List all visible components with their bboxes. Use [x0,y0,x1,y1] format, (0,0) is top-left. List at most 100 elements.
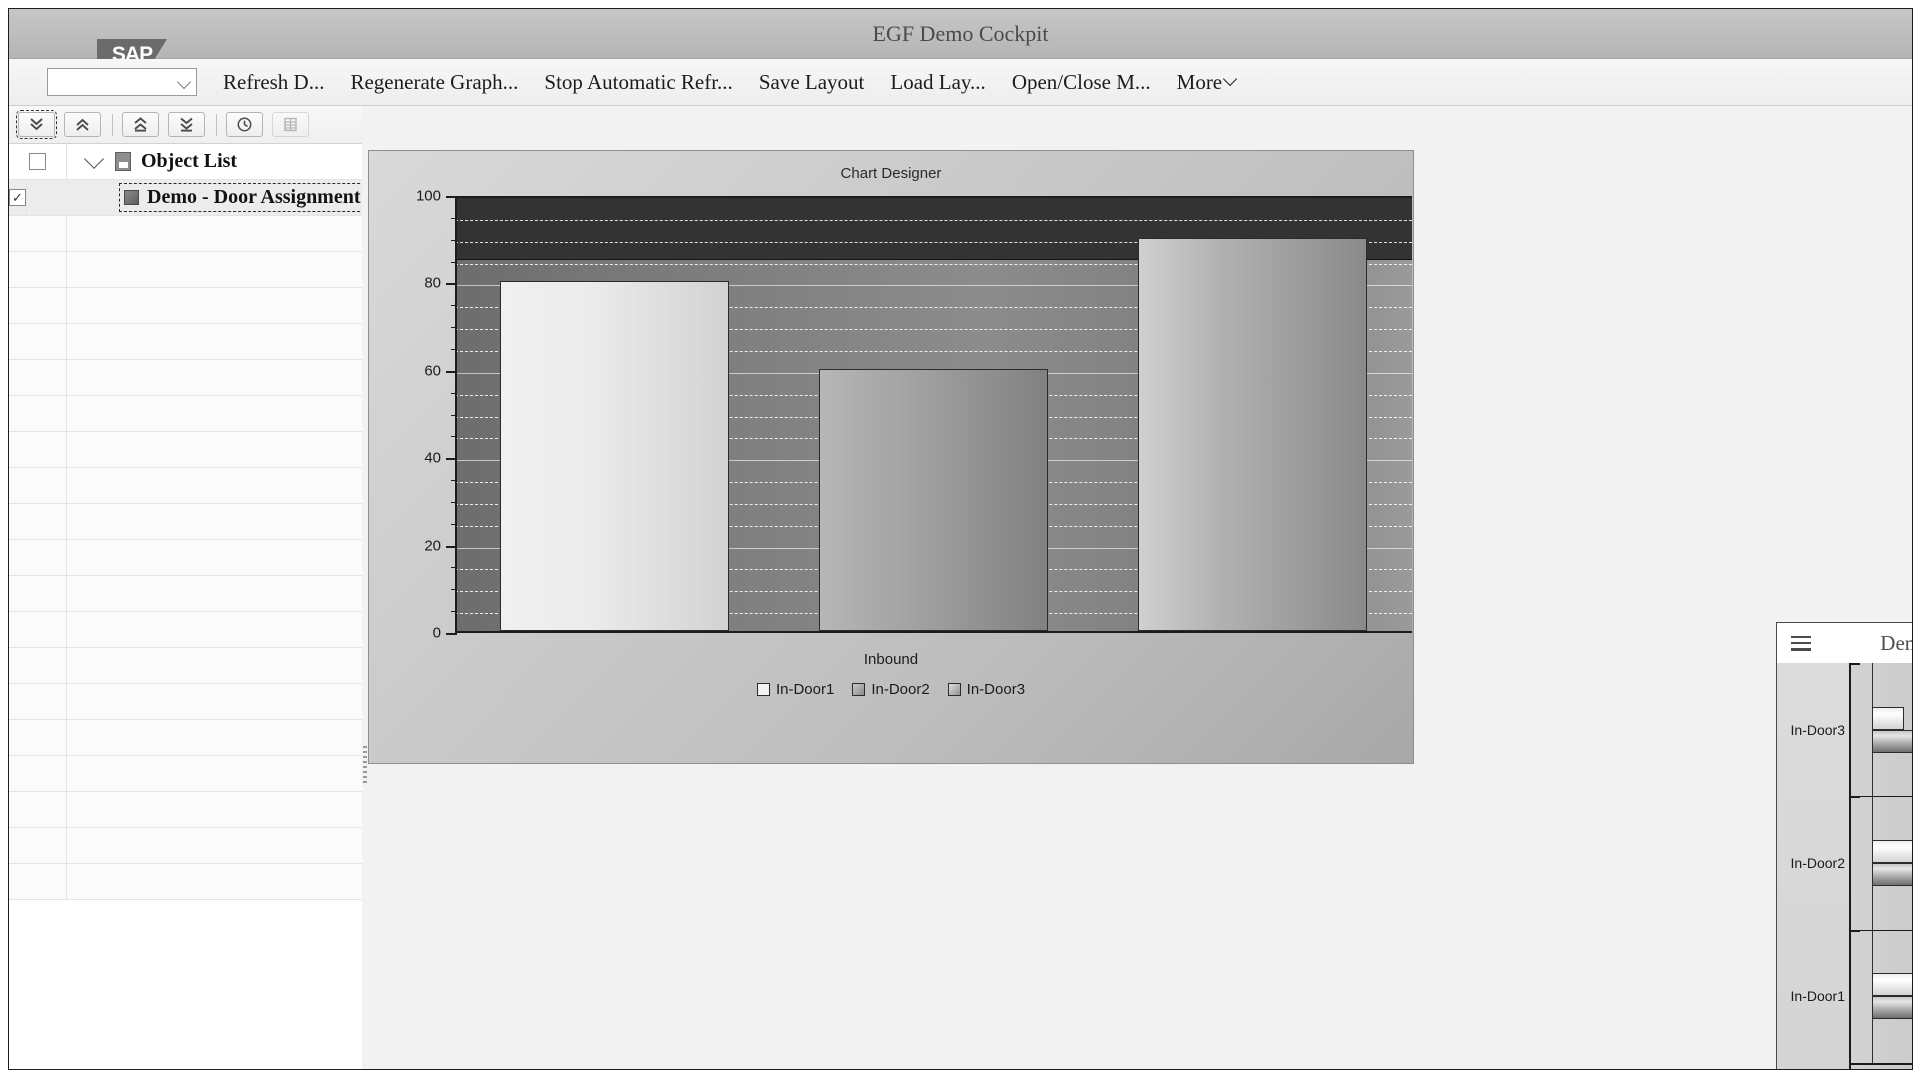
legend-label: In-Door3 [966,681,1026,698]
gantt-bar-actual[interactable] [1872,863,1912,886]
tree-empty-check-cell [9,504,67,539]
y-axis-minor-tick [451,567,457,569]
y-axis-minor-tick [451,261,457,263]
tree-empty-check-cell [9,792,67,827]
chart-legend: In-Door1 In-Door2 In-Door3 [369,681,1413,698]
splitter-grip-icon[interactable] [363,746,367,786]
view-select[interactable] [47,68,197,96]
bar-in-door1[interactable] [499,281,730,631]
object-square-icon [124,190,139,205]
gantt-plot-area[interactable] [1849,663,1912,1063]
tree-row-empty [9,432,362,468]
chevron-up-bar-icon [134,117,147,132]
gantt-bar-actual[interactable] [1872,729,1912,753]
bar-chart-plot-area[interactable] [455,196,1412,633]
tree-row-empty [9,468,362,504]
y-axis-minor-tick [451,239,457,241]
gantt-bar-planned[interactable] [1872,973,1912,997]
tree-row-empty [9,540,362,576]
table-view-button[interactable] [272,112,309,137]
toolbar-separator [216,113,217,136]
y-axis-minor-tick [451,501,457,503]
expand-all-button[interactable] [16,110,57,139]
tree-empty-check-cell [9,252,67,287]
table-icon [284,117,297,132]
shell-bar: SAP EGF Demo Cockpit [9,9,1912,71]
gantt-body: In-Door3 In-Door2 In-Door1 091011121314151… [1777,663,1912,1069]
legend-label: In-Door1 [775,681,835,698]
scroll-to-top-button[interactable] [122,112,159,137]
tree-empty-check-cell [9,828,67,863]
history-button[interactable] [226,112,263,137]
legend-swatch-icon [947,683,961,696]
y-axis-minor-tick [451,305,457,307]
gantt-row-separator [1851,796,1912,798]
tree-child-checkbox[interactable]: ✓ [9,189,26,206]
tree-empty-check-cell [9,756,67,791]
y-axis-minor-tick [451,217,457,219]
y-axis-tick-label: 80 [424,274,441,292]
y-axis: 0 20 40 60 80 100 [416,188,457,642]
regenerate-graph-button[interactable]: Regenerate Graph... [350,70,518,95]
tree-row-empty [9,648,362,684]
y-axis-tick [446,283,457,286]
content-area: Chart Designer 0 20 40 60 80 100 Inbound In-D… [368,106,1912,1069]
bar-in-door3[interactable] [1137,237,1368,631]
more-button[interactable]: More [1176,69,1238,95]
tree-row-empty [9,216,362,252]
legend-item-in-door2[interactable]: In-Door2 [852,681,930,698]
y-axis-tick [446,370,457,373]
legend-item-in-door3[interactable]: In-Door3 [947,681,1026,698]
gantt-bar-planned[interactable] [1872,706,1904,730]
y-axis-tick [446,545,457,548]
y-axis-tick-label: 100 [415,187,441,205]
tree-row-empty [9,324,362,360]
tree-empty-check-cell [9,288,67,323]
gantt-bar-actual[interactable] [1872,996,1912,1020]
gantt-row-separator [1851,929,1912,931]
page-title: EGF Demo Cockpit [872,21,1049,46]
tree-row-empty [9,252,362,288]
tree-empty-check-cell [9,540,67,575]
stop-automatic-refresh-button[interactable]: Stop Automatic Refr... [544,70,732,95]
load-layout-button[interactable]: Load Lay... [890,70,985,95]
object-list-toolbar [9,106,362,144]
legend-item-in-door1[interactable]: In-Door1 [756,681,835,698]
x-axis-label: Inbound [863,651,919,668]
object-tree[interactable]: Object List ✓ Demo - Door Assignment [9,144,370,1069]
tree-child-selection-box[interactable]: Demo - Door Assignment [119,183,370,212]
gantt-window-titlebar[interactable]: Demo - Door Assignment – × [1777,623,1912,663]
save-layout-button[interactable]: Save Layout [759,70,865,95]
tree-empty-check-cell [9,432,67,467]
y-axis-tick-label: 40 [424,449,441,467]
y-axis-tick-label: 0 [432,624,441,642]
collapse-all-button[interactable] [64,112,101,137]
tree-row-empty [9,792,362,828]
open-close-menu-button[interactable]: Open/Close M... [1012,70,1151,95]
tree-row-root[interactable]: Object List [9,144,362,180]
chevron-down-icon[interactable] [84,148,104,169]
y-axis-tick [446,633,457,635]
gantt-row-tick [1851,929,1860,932]
tree-row-empty [9,720,362,756]
gantt-window[interactable]: Demo - Door Assignment – × In-Door3In-Do… [1776,622,1912,1069]
tree-row-demo-door-assignment[interactable]: ✓ Demo - Door Assignment [9,180,370,216]
y-axis-tick-label: 60 [424,362,441,380]
main-toolbar: Refresh D... Regenerate Graph... Stop Au… [9,59,1912,106]
y-axis-tick [446,458,457,461]
chart-gridline [455,219,1412,221]
gantt-row-label-in-door3: In-Door3 [1790,721,1845,738]
more-label: More [1176,69,1223,94]
tree-row-empty [9,360,362,396]
tree-root-checkbox[interactable] [29,153,46,170]
y-axis-minor-tick [451,480,457,482]
gantt-bar-planned[interactable] [1872,840,1912,863]
y-axis-minor-tick [451,348,457,350]
y-axis-minor-tick [451,327,457,329]
refresh-data-button[interactable]: Refresh D... [223,70,324,95]
chart-designer-panel: Chart Designer 0 20 40 60 80 100 Inbound In-D… [368,150,1414,764]
bar-in-door2[interactable] [818,368,1049,631]
tree-row-empty [9,576,362,612]
scroll-to-bottom-button[interactable] [168,112,205,137]
tree-row-empty [9,504,362,540]
